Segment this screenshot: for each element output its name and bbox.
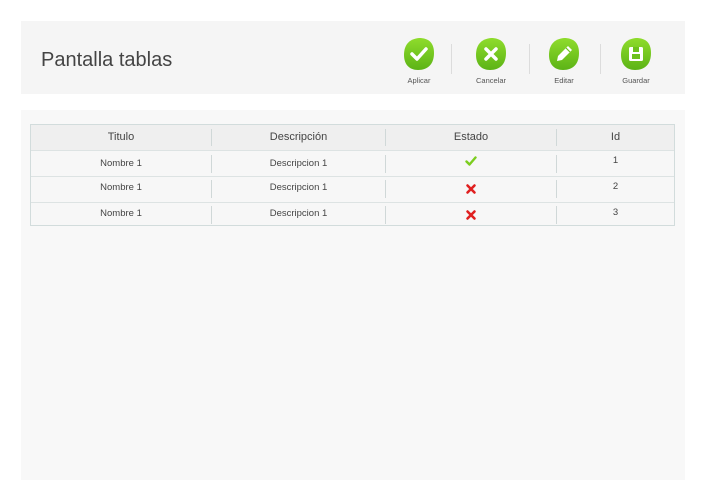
page-title: Pantalla tablas bbox=[41, 49, 173, 71]
table-header: Titulo Descripción Estado Id bbox=[31, 125, 674, 151]
column-header-estado[interactable]: Estado bbox=[386, 131, 556, 144]
cross-icon bbox=[466, 210, 476, 220]
header-bar: Pantalla tablas Aplicar Cancelar Editar … bbox=[21, 21, 685, 94]
edit-label: Editar bbox=[554, 76, 574, 85]
table-row[interactable]: Nombre 1 Descripcion 1 2 bbox=[31, 177, 674, 203]
cell-id: 1 bbox=[612, 155, 619, 166]
toolbar-divider bbox=[600, 44, 601, 74]
content-panel: Titulo Descripción Estado Id Nombre 1 De… bbox=[21, 110, 685, 480]
column-divider bbox=[385, 155, 386, 173]
column-divider bbox=[385, 180, 386, 198]
cell-descripcion: Descripcion 1 bbox=[269, 208, 328, 219]
column-header-descripcion[interactable]: Descripción bbox=[212, 131, 385, 144]
cell-id: 2 bbox=[612, 181, 619, 192]
cell-descripcion: Descripcion 1 bbox=[269, 182, 328, 193]
cell-titulo: Nombre 1 bbox=[100, 158, 142, 169]
table-row[interactable]: Nombre 1 Descripcion 1 1 bbox=[31, 151, 674, 177]
save-icon bbox=[620, 37, 652, 71]
column-divider bbox=[385, 206, 386, 224]
cell-id: 3 bbox=[612, 207, 619, 218]
close-icon bbox=[475, 37, 507, 71]
save-button[interactable]: Guardar bbox=[606, 37, 666, 89]
cell-titulo: Nombre 1 bbox=[100, 208, 142, 219]
table-row[interactable]: Nombre 1 Descripcion 1 3 bbox=[31, 203, 674, 228]
check-icon bbox=[465, 156, 477, 166]
data-table: Titulo Descripción Estado Id Nombre 1 De… bbox=[30, 124, 675, 226]
toolbar-divider bbox=[451, 44, 452, 74]
cancel-button[interactable]: Cancelar bbox=[461, 37, 521, 89]
pencil-icon bbox=[548, 37, 580, 71]
edit-button[interactable]: Editar bbox=[534, 37, 594, 89]
check-icon bbox=[403, 37, 435, 71]
apply-label: Aplicar bbox=[407, 76, 431, 85]
column-header-id[interactable]: Id bbox=[557, 131, 674, 144]
cross-icon bbox=[466, 184, 476, 194]
cell-titulo: Nombre 1 bbox=[100, 182, 142, 193]
cell-descripcion: Descripcion 1 bbox=[269, 158, 328, 169]
column-header-titulo[interactable]: Titulo bbox=[31, 131, 211, 144]
toolbar-divider bbox=[529, 44, 530, 74]
cancel-label: Cancelar bbox=[475, 76, 506, 85]
save-label: Guardar bbox=[622, 76, 650, 85]
apply-button[interactable]: Aplicar bbox=[389, 37, 449, 89]
